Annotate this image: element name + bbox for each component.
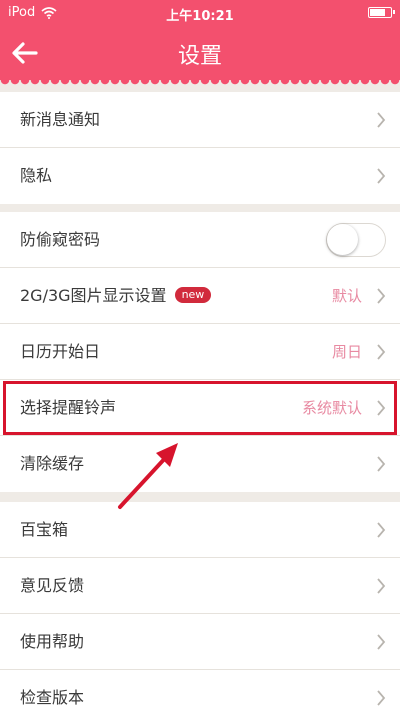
- toggle-knob: [327, 224, 358, 255]
- row-label: 选择提醒铃声: [20, 398, 117, 417]
- row-label-text: 2G/3G图片显示设置: [20, 286, 167, 305]
- row-label: 防偷窥密码: [20, 230, 101, 249]
- chevron-right-icon: [377, 344, 386, 360]
- row-label: 检查版本: [20, 688, 85, 707]
- row-reminder-ringtone[interactable]: 选择提醒铃声 系统默认: [0, 380, 400, 436]
- chevron-right-icon: [377, 456, 386, 472]
- row-new-message-notification[interactable]: 新消息通知: [0, 92, 400, 148]
- page-title: 设置: [177, 44, 222, 69]
- row-label: 隐私: [20, 166, 53, 185]
- row-label: 百宝箱: [20, 520, 69, 539]
- chevron-right-icon: [377, 522, 386, 538]
- row-help[interactable]: 使用帮助: [0, 614, 400, 670]
- settings-group-1: 新消息通知 隐私: [0, 92, 400, 204]
- chevron-right-icon: [377, 400, 386, 416]
- header-scallop-edge: [0, 80, 400, 86]
- row-label: 日历开始日: [20, 342, 101, 361]
- chevron-right-icon: [377, 288, 386, 304]
- row-anti-peek-password: 防偷窥密码: [0, 212, 400, 268]
- row-label: 意见反馈: [20, 576, 85, 595]
- row-privacy[interactable]: 隐私: [0, 148, 400, 204]
- settings-group-2: 防偷窥密码 2G/3G图片显示设置 new 默认 日历开始日 周日 选择提醒铃声 …: [0, 212, 400, 492]
- row-feedback[interactable]: 意见反馈: [0, 558, 400, 614]
- row-clear-cache[interactable]: 清除缓存: [0, 436, 400, 492]
- row-label: 使用帮助: [20, 632, 85, 651]
- battery-icon: [368, 7, 395, 18]
- status-bar: iPod 上午10:21: [0, 0, 400, 26]
- row-check-version[interactable]: 检查版本: [0, 670, 400, 726]
- row-value: 周日: [331, 343, 362, 361]
- new-badge: new: [174, 286, 212, 303]
- chevron-right-icon: [377, 578, 386, 594]
- row-label: 清除缓存: [20, 454, 85, 473]
- chevron-right-icon: [377, 112, 386, 128]
- row-treasure-box[interactable]: 百宝箱: [0, 502, 400, 558]
- row-calendar-start-day[interactable]: 日历开始日 周日: [0, 324, 400, 380]
- nav-bar: 设置: [0, 26, 400, 80]
- row-label: 新消息通知: [20, 110, 101, 129]
- chevron-right-icon: [377, 690, 386, 706]
- row-value: 系统默认: [301, 399, 362, 417]
- settings-group-3: 百宝箱 意见反馈 使用帮助 检查版本: [0, 502, 400, 726]
- chevron-right-icon: [377, 634, 386, 650]
- chevron-right-icon: [377, 168, 386, 184]
- anti-peek-toggle[interactable]: [326, 223, 386, 257]
- row-image-display-setting[interactable]: 2G/3G图片显示设置 new 默认: [0, 268, 400, 324]
- status-time: 上午10:21: [166, 9, 234, 24]
- row-value: 默认: [331, 287, 362, 305]
- row-label: 2G/3G图片显示设置 new: [20, 268, 212, 324]
